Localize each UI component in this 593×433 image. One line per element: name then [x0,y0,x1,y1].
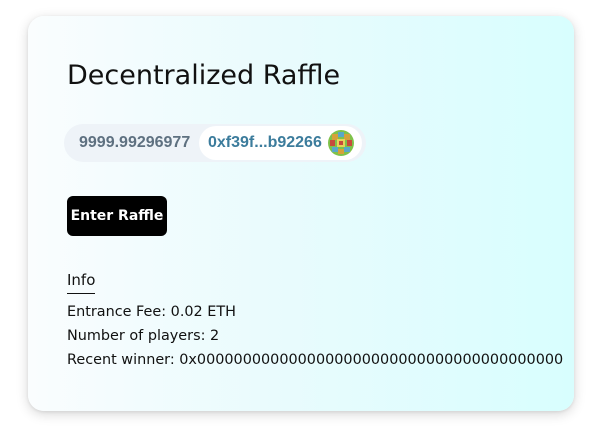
number-of-players-text: Number of players: 2 [67,328,220,344]
entrance-fee-text: Entrance Fee: 0.02 ETH [67,304,236,320]
enter-raffle-button[interactable]: Enter Raffle [67,196,167,236]
account-button[interactable]: 0xf39f...b92266 [199,126,362,160]
info-heading: Info [67,270,96,294]
recent-winner-text: Recent winner: 0x00000000000000000000000… [67,352,564,368]
account-address: 0xf39f...b92266 [208,134,322,151]
page-title: Decentralized Raffle [67,60,341,91]
wallet-connector: 9999.99296977 0xf39f...b92266 [64,124,366,162]
raffle-card: Decentralized Raffle 9999.99296977 0xf39… [28,16,574,411]
wallet-balance: 9999.99296977 [79,134,191,151]
identicon-avatar-icon [328,130,354,156]
